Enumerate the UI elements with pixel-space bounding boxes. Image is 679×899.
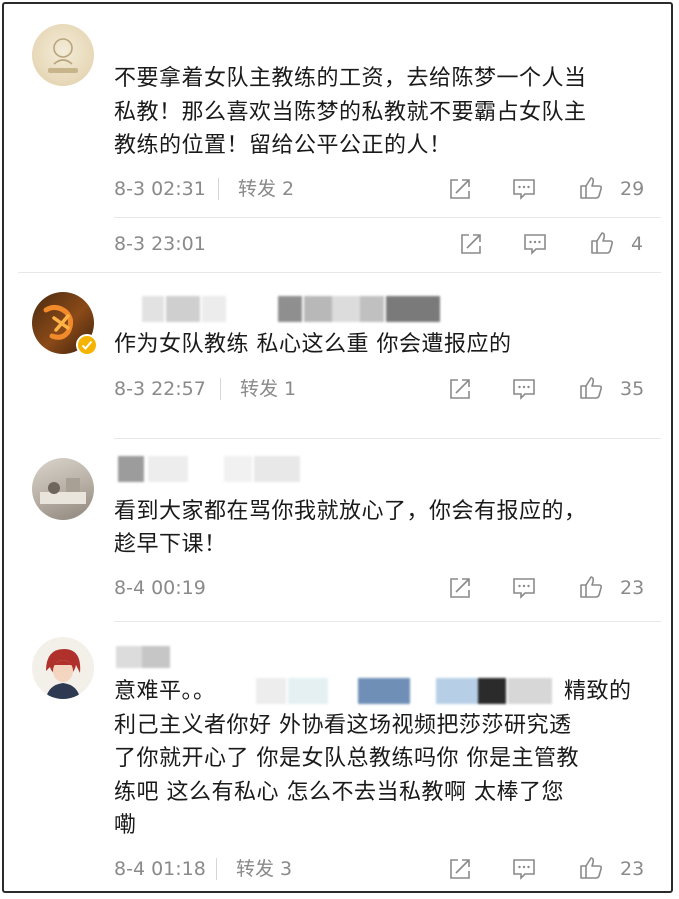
comment-icon[interactable] bbox=[511, 575, 537, 601]
share-icon[interactable] bbox=[447, 856, 473, 882]
comment-time: 8-4 01:18 bbox=[114, 858, 206, 880]
repost-count[interactable]: 转发 2 bbox=[238, 175, 294, 203]
avatar-illustration bbox=[46, 649, 81, 699]
divider bbox=[114, 621, 661, 622]
comment-text-line: 教练的位置！留给公平公正的人！ bbox=[114, 133, 452, 158]
divider bbox=[18, 272, 661, 273]
comment-text-line: 作为女队教练 私心这么重 你会遭报应的 bbox=[114, 332, 512, 357]
comment-time: 8-3 22:57 bbox=[114, 378, 206, 400]
comment-text-line: 利己主义者你好 外协看这场视频把莎莎研究透 bbox=[114, 713, 572, 738]
comment-icon[interactable] bbox=[522, 231, 548, 257]
comment-text-line: 嘞 bbox=[114, 813, 137, 838]
like-count: 23 bbox=[620, 577, 645, 599]
username-redacted[interactable] bbox=[114, 456, 314, 482]
like-count: 23 bbox=[620, 858, 645, 880]
meta-separator bbox=[218, 178, 219, 200]
comment-text-line: 精致的 bbox=[564, 679, 632, 704]
comment-text-line: 了你就开心了 你是女队总教练吗你 你是主管教 bbox=[114, 746, 579, 771]
comment-time: 8-3 02:31 bbox=[114, 178, 206, 200]
share-icon[interactable] bbox=[447, 176, 473, 202]
mention-redacted[interactable] bbox=[250, 676, 560, 704]
share-icon[interactable] bbox=[458, 231, 484, 257]
like-icon[interactable] bbox=[578, 574, 604, 600]
meta-separator bbox=[216, 858, 217, 880]
comment-text-line: 趁早下课！ bbox=[114, 532, 227, 557]
like-count: 35 bbox=[620, 378, 645, 400]
comment-icon[interactable] bbox=[511, 376, 537, 402]
username-redacted[interactable] bbox=[114, 296, 444, 322]
divider bbox=[114, 217, 661, 218]
like-icon[interactable] bbox=[578, 375, 604, 401]
comment-text-line: 私教！那么喜欢当陈梦的私教就不要霸占女队主 bbox=[114, 100, 587, 125]
repost-count[interactable]: 转发 3 bbox=[236, 855, 292, 883]
like-count: 4 bbox=[631, 233, 644, 255]
avatar-illustration bbox=[40, 478, 86, 504]
comment-time: 8-4 00:19 bbox=[114, 577, 206, 599]
comment-text-line: 不要拿着女队主教练的工资，去给陈梦一个人当 bbox=[114, 66, 587, 91]
comment-icon[interactable] bbox=[511, 176, 537, 202]
avatar[interactable] bbox=[32, 24, 94, 86]
share-icon[interactable] bbox=[447, 376, 473, 402]
like-icon[interactable] bbox=[589, 230, 615, 256]
repost-count[interactable]: 转发 1 bbox=[240, 375, 296, 403]
comment-time: 8-3 23:01 bbox=[114, 233, 206, 255]
avatar-illustration bbox=[48, 38, 78, 73]
share-icon[interactable] bbox=[447, 575, 473, 601]
like-count: 29 bbox=[620, 178, 645, 200]
comment-text-line: 练吧 这么有私心 怎么不去当私教啊 太棒了您 bbox=[114, 780, 564, 805]
comment-icon[interactable] bbox=[511, 856, 537, 882]
avatar[interactable] bbox=[32, 458, 94, 520]
meta-separator bbox=[220, 378, 221, 400]
divider bbox=[114, 438, 661, 439]
username-redacted[interactable] bbox=[114, 646, 194, 668]
avatar[interactable] bbox=[32, 637, 94, 699]
comment-text-line: 意难平。。 bbox=[114, 679, 216, 704]
comment-text-line: 看到大家都在骂你我就放心了，你会有报应的， bbox=[114, 499, 587, 524]
like-icon[interactable] bbox=[578, 175, 604, 201]
verified-badge-icon bbox=[76, 334, 98, 356]
like-icon[interactable] bbox=[578, 855, 604, 881]
